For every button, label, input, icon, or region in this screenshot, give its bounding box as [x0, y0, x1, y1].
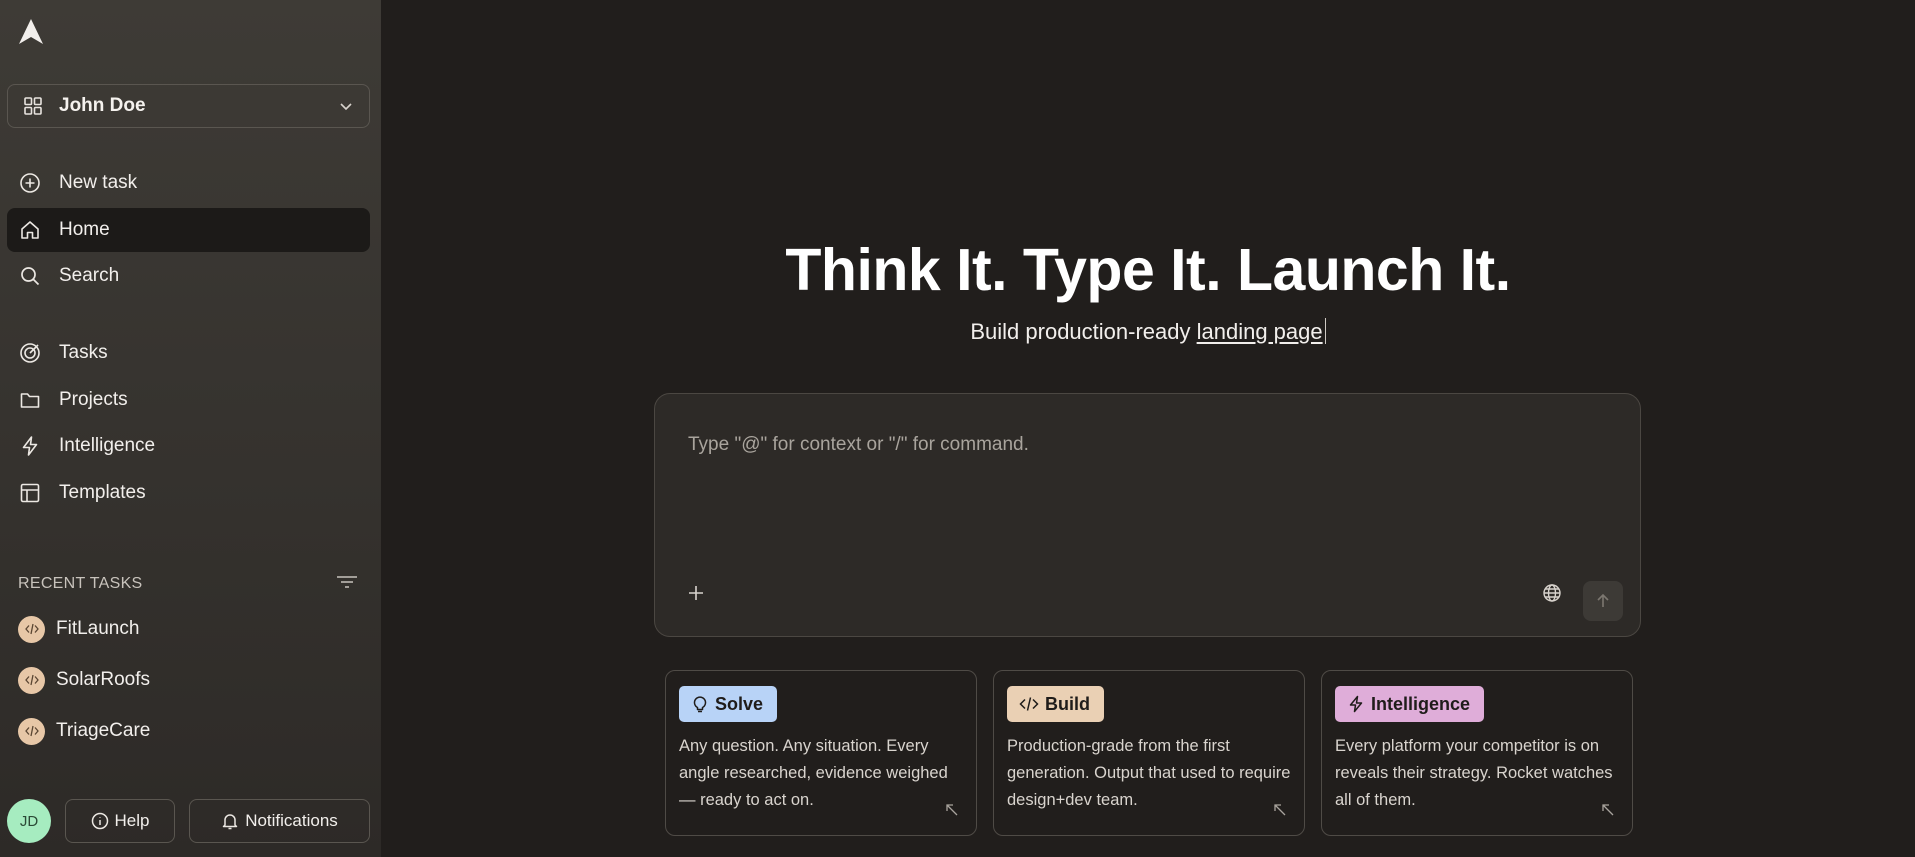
recent-tasks-label: RECENT TASKS: [18, 575, 143, 592]
nav-label: Intelligence: [59, 435, 156, 456]
nav-home[interactable]: Home: [7, 208, 370, 252]
recent-task-item[interactable]: FitLaunch: [18, 612, 139, 646]
nav-label: Templates: [59, 482, 146, 503]
sidebar-footer: JD Help Notifications: [7, 799, 370, 843]
lightning-icon: [18, 434, 42, 458]
card-tag: Solve: [679, 686, 778, 722]
card-description: Production-grade from the first generati…: [1007, 737, 1291, 809]
nav-projects[interactable]: Projects: [7, 378, 370, 422]
home-icon: [18, 218, 42, 242]
card-tag-label: Build: [1045, 693, 1090, 714]
nav-intelligence[interactable]: Intelligence: [7, 424, 370, 468]
grid-icon: [22, 95, 44, 117]
sidebar: John Doe New task Home Search Tasks Proj…: [0, 0, 381, 857]
nav-label: New task: [59, 172, 138, 193]
code-icon: [18, 717, 45, 745]
nav-new-task[interactable]: New task: [7, 161, 370, 205]
workspace-switcher[interactable]: John Doe: [7, 84, 370, 128]
chevron-down-icon: [337, 97, 355, 115]
arrow-up-icon: [1597, 593, 1609, 607]
main-content: Think It. Type It. Launch It. Build prod…: [381, 0, 1915, 857]
bell-icon: [222, 814, 238, 830]
plus-circle-icon: [18, 171, 42, 195]
help-button[interactable]: Help: [65, 799, 175, 843]
card-tag-label: Intelligence: [1371, 693, 1471, 714]
nav-tasks[interactable]: Tasks: [7, 331, 370, 375]
recent-tasks-header: RECENT TASKS: [18, 572, 358, 596]
recent-task-label: SolarRoofs: [56, 669, 150, 690]
card-tag: Build: [1007, 686, 1104, 722]
card-tag: Intelligence: [1335, 686, 1485, 722]
nav-search[interactable]: Search: [7, 254, 370, 298]
notifications-label: Notifications: [245, 811, 338, 830]
notifications-button[interactable]: Notifications: [189, 799, 370, 843]
workspace-name: John Doe: [59, 95, 146, 116]
arrow-up-left-icon: [1274, 804, 1286, 816]
nav-label: Home: [59, 219, 110, 240]
send-button[interactable]: [1583, 581, 1623, 621]
info-icon: [91, 812, 108, 830]
hero-subtitle: Build production-ready landing page: [381, 318, 1915, 345]
lightbulb-icon: [693, 696, 707, 713]
text-caret: [1324, 318, 1326, 344]
nav-templates[interactable]: Templates: [7, 471, 370, 515]
card-description: Any question. Any situation. Every angle…: [679, 737, 948, 809]
rocket-logo-icon[interactable]: [17, 17, 45, 45]
target-icon: [18, 341, 42, 365]
recent-task-item[interactable]: TriageCare: [18, 714, 150, 748]
globe-icon[interactable]: [1540, 581, 1564, 605]
lightning-icon: [1349, 695, 1363, 713]
recent-task-label: TriageCare: [56, 720, 151, 741]
search-icon: [18, 264, 42, 288]
arrow-up-left-icon: [1602, 804, 1614, 816]
attach-plus-icon[interactable]: [684, 581, 708, 605]
nav-label: Search: [59, 265, 120, 286]
code-icon: [18, 615, 45, 643]
card-build[interactable]: Build Production-grade from the first ge…: [993, 670, 1305, 836]
hero-subtitle-prefix: Build production-ready: [970, 319, 1197, 344]
nav-label: Tasks: [59, 342, 108, 363]
recent-task-item[interactable]: SolarRoofs: [18, 663, 150, 697]
folder-icon: [18, 388, 42, 412]
card-intelligence[interactable]: Intelligence Every platform your competi…: [1321, 670, 1633, 836]
arrow-up-left-icon: [946, 804, 958, 816]
hero-subtitle-highlight: landing page: [1196, 319, 1323, 344]
recent-task-label: FitLaunch: [56, 618, 140, 639]
code-icon: [1019, 697, 1039, 711]
prompt-input[interactable]: Type "@" for context or "/" for command.: [688, 434, 1029, 456]
nav-label: Projects: [59, 389, 128, 410]
help-label: Help: [114, 811, 150, 830]
filter-icon[interactable]: [336, 574, 358, 595]
card-solve[interactable]: Solve Any question. Any situation. Every…: [665, 670, 977, 836]
avatar[interactable]: JD: [7, 799, 51, 843]
card-description: Every platform your competitor is on rev…: [1335, 737, 1613, 809]
hero-title: Think It. Type It. Launch It.: [785, 237, 1511, 303]
prompt-composer[interactable]: Type "@" for context or "/" for command.: [654, 393, 1641, 637]
card-tag-label: Solve: [715, 693, 764, 714]
code-icon: [18, 666, 45, 694]
layout-icon: [18, 481, 42, 505]
app-root: John Doe New task Home Search Tasks Proj…: [0, 0, 1915, 857]
